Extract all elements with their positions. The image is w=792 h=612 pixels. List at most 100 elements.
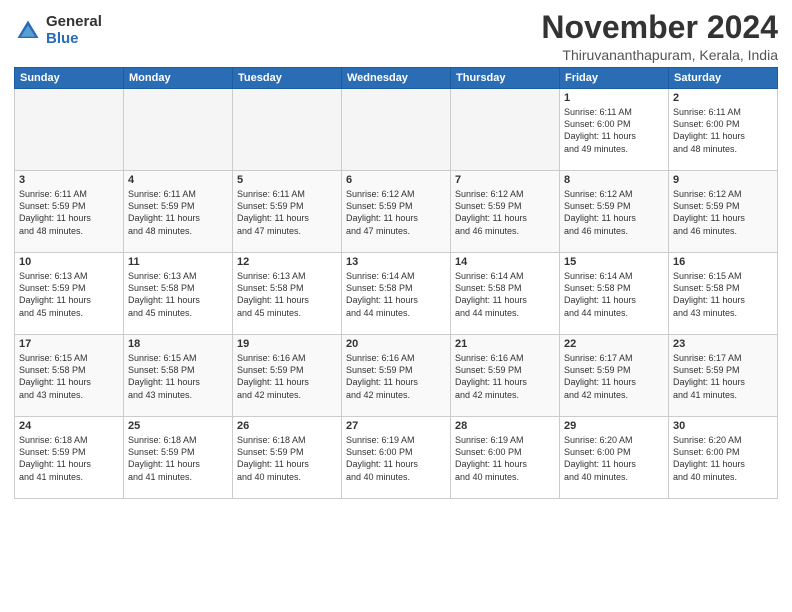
day-cell: 18 Sunrise: 6:15 AM Sunset: 5:58 PM Dayli… <box>124 335 233 417</box>
header-thursday: Thursday <box>451 68 560 89</box>
header-friday: Friday <box>560 68 669 89</box>
header-row: General Blue November 2024 Thiruvanantha… <box>14 10 778 63</box>
day-info: Sunrise: 6:17 AM Sunset: 5:59 PM Dayligh… <box>673 352 773 401</box>
day-info: Sunrise: 6:17 AM Sunset: 5:59 PM Dayligh… <box>564 352 664 401</box>
day-cell: 9Sunrise: 6:12 AM Sunset: 5:59 PM Daylig… <box>669 171 778 253</box>
day-info: Sunrise: 6:16 AM Sunset: 5:59 PM Dayligh… <box>455 352 555 401</box>
day-cell: 2 Sunrise: 6:11 AM Sunset: 6:00 PM Daylig… <box>669 89 778 171</box>
day-info: Sunrise: 6:15 AM Sunset: 5:58 PM Dayligh… <box>673 270 773 319</box>
day-number: 19 <box>237 338 337 350</box>
day-cell: 17Sunrise: 6:15 AM Sunset: 5:58 PM Dayli… <box>15 335 124 417</box>
day-cell <box>342 89 451 171</box>
day-cell: 7 Sunrise: 6:12 AM Sunset: 5:59 PM Daylig… <box>451 171 560 253</box>
day-cell: 20 Sunrise: 6:16 AM Sunset: 5:59 PM Dayli… <box>342 335 451 417</box>
day-number: 15 <box>564 256 664 268</box>
day-info: Sunrise: 6:13 AM Sunset: 5:58 PM Dayligh… <box>128 270 228 319</box>
logo-general-text: General <box>46 14 102 31</box>
day-cell: 26 Sunrise: 6:18 AM Sunset: 5:59 PM Dayli… <box>233 417 342 499</box>
day-cell: 3Sunrise: 6:11 AM Sunset: 5:59 PM Daylig… <box>15 171 124 253</box>
day-info: Sunrise: 6:11 AM Sunset: 5:59 PM Dayligh… <box>128 188 228 237</box>
day-cell <box>15 89 124 171</box>
day-cell: 19 Sunrise: 6:16 AM Sunset: 5:59 PM Dayli… <box>233 335 342 417</box>
day-info: Sunrise: 6:19 AM Sunset: 6:00 PM Dayligh… <box>346 434 446 483</box>
day-number: 1 <box>564 92 664 104</box>
day-cell: 12 Sunrise: 6:13 AM Sunset: 5:58 PM Dayli… <box>233 253 342 335</box>
day-cell: 11 Sunrise: 6:13 AM Sunset: 5:58 PM Dayli… <box>124 253 233 335</box>
day-number: 25 <box>128 420 228 432</box>
page: General Blue November 2024 Thiruvanantha… <box>0 0 792 505</box>
header-tuesday: Tuesday <box>233 68 342 89</box>
day-info: Sunrise: 6:11 AM Sunset: 6:00 PM Dayligh… <box>564 106 664 155</box>
day-cell: 14Sunrise: 6:14 AM Sunset: 5:58 PM Dayli… <box>451 253 560 335</box>
day-number: 18 <box>128 338 228 350</box>
day-info: Sunrise: 6:12 AM Sunset: 5:59 PM Dayligh… <box>455 188 555 237</box>
day-info: Sunrise: 6:14 AM Sunset: 5:58 PM Dayligh… <box>564 270 664 319</box>
week-row-1: 3 Sunrise: 6:11 AM Sunset: 5:59 PM Daylig… <box>15 171 778 253</box>
day-number: 7 <box>455 174 555 186</box>
week-row-4: 24 Sunrise: 6:18 AM Sunset: 5:59 PM Dayli… <box>15 417 778 499</box>
day-info: Sunrise: 6:14 AM Sunset: 5:58 PM Dayligh… <box>455 270 555 319</box>
day-info: Sunrise: 6:11 AM Sunset: 6:00 PM Dayligh… <box>673 106 773 155</box>
header-row-days: SundayMondayTuesdayWednesdayThursdayFrid… <box>15 68 778 89</box>
day-number: 12 <box>237 256 337 268</box>
day-info: Sunrise: 6:16 AM Sunset: 5:59 PM Dayligh… <box>237 352 337 401</box>
week-row-0: 1 Sunrise: 6:11 AM Sunset: 6:00 PM Daylig… <box>15 89 778 171</box>
day-cell: 23Sunrise: 6:17 AM Sunset: 5:59 PM Dayli… <box>669 335 778 417</box>
day-cell: 15 Sunrise: 6:14 AM Sunset: 5:58 PM Dayli… <box>560 253 669 335</box>
day-number: 11 <box>128 256 228 268</box>
day-number: 10 <box>19 256 119 268</box>
day-info: Sunrise: 6:18 AM Sunset: 5:59 PM Dayligh… <box>19 434 119 483</box>
day-number: 24 <box>19 420 119 432</box>
day-info: Sunrise: 6:16 AM Sunset: 5:59 PM Dayligh… <box>346 352 446 401</box>
day-number: 27 <box>346 420 446 432</box>
title-block: November 2024 Thiruvananthapuram, Kerala… <box>541 10 778 63</box>
day-number: 3 <box>19 174 119 186</box>
header-saturday: Saturday <box>669 68 778 89</box>
day-info: Sunrise: 6:15 AM Sunset: 5:58 PM Dayligh… <box>19 352 119 401</box>
day-cell: 4 Sunrise: 6:11 AM Sunset: 5:59 PM Daylig… <box>124 171 233 253</box>
day-cell <box>124 89 233 171</box>
day-info: Sunrise: 6:19 AM Sunset: 6:00 PM Dayligh… <box>455 434 555 483</box>
day-cell <box>233 89 342 171</box>
day-cell: 10Sunrise: 6:13 AM Sunset: 5:59 PM Dayli… <box>15 253 124 335</box>
day-cell: 6Sunrise: 6:12 AM Sunset: 5:59 PM Daylig… <box>342 171 451 253</box>
logo-blue-text: Blue <box>46 31 102 48</box>
day-info: Sunrise: 6:18 AM Sunset: 5:59 PM Dayligh… <box>237 434 337 483</box>
day-number: 13 <box>346 256 446 268</box>
day-number: 16 <box>673 256 773 268</box>
day-number: 30 <box>673 420 773 432</box>
month-title: November 2024 <box>541 10 778 45</box>
day-cell: 30 Sunrise: 6:20 AM Sunset: 6:00 PM Dayli… <box>669 417 778 499</box>
day-cell: 27 Sunrise: 6:19 AM Sunset: 6:00 PM Dayli… <box>342 417 451 499</box>
calendar-header: SundayMondayTuesdayWednesdayThursdayFrid… <box>15 68 778 89</box>
day-cell: 13Sunrise: 6:14 AM Sunset: 5:58 PM Dayli… <box>342 253 451 335</box>
day-cell: 29Sunrise: 6:20 AM Sunset: 6:00 PM Dayli… <box>560 417 669 499</box>
day-info: Sunrise: 6:12 AM Sunset: 5:59 PM Dayligh… <box>673 188 773 237</box>
day-cell <box>451 89 560 171</box>
calendar-table: SundayMondayTuesdayWednesdayThursdayFrid… <box>14 67 778 499</box>
day-cell: 28Sunrise: 6:19 AM Sunset: 6:00 PM Dayli… <box>451 417 560 499</box>
day-number: 2 <box>673 92 773 104</box>
day-info: Sunrise: 6:15 AM Sunset: 5:58 PM Dayligh… <box>128 352 228 401</box>
day-info: Sunrise: 6:11 AM Sunset: 5:59 PM Dayligh… <box>237 188 337 237</box>
header-monday: Monday <box>124 68 233 89</box>
day-number: 8 <box>564 174 664 186</box>
subtitle: Thiruvananthapuram, Kerala, India <box>541 47 778 63</box>
day-number: 5 <box>237 174 337 186</box>
day-info: Sunrise: 6:13 AM Sunset: 5:58 PM Dayligh… <box>237 270 337 319</box>
day-number: 29 <box>564 420 664 432</box>
day-cell: 25Sunrise: 6:18 AM Sunset: 5:59 PM Dayli… <box>124 417 233 499</box>
day-number: 21 <box>455 338 555 350</box>
week-row-3: 17Sunrise: 6:15 AM Sunset: 5:58 PM Dayli… <box>15 335 778 417</box>
day-number: 22 <box>564 338 664 350</box>
day-number: 26 <box>237 420 337 432</box>
week-row-2: 10Sunrise: 6:13 AM Sunset: 5:59 PM Dayli… <box>15 253 778 335</box>
day-cell: 1 Sunrise: 6:11 AM Sunset: 6:00 PM Daylig… <box>560 89 669 171</box>
logo-icon <box>14 17 42 45</box>
logo-text: General Blue <box>46 14 102 47</box>
day-cell: 5 Sunrise: 6:11 AM Sunset: 5:59 PM Daylig… <box>233 171 342 253</box>
day-number: 4 <box>128 174 228 186</box>
day-info: Sunrise: 6:12 AM Sunset: 5:59 PM Dayligh… <box>564 188 664 237</box>
day-info: Sunrise: 6:20 AM Sunset: 6:00 PM Dayligh… <box>673 434 773 483</box>
day-number: 20 <box>346 338 446 350</box>
